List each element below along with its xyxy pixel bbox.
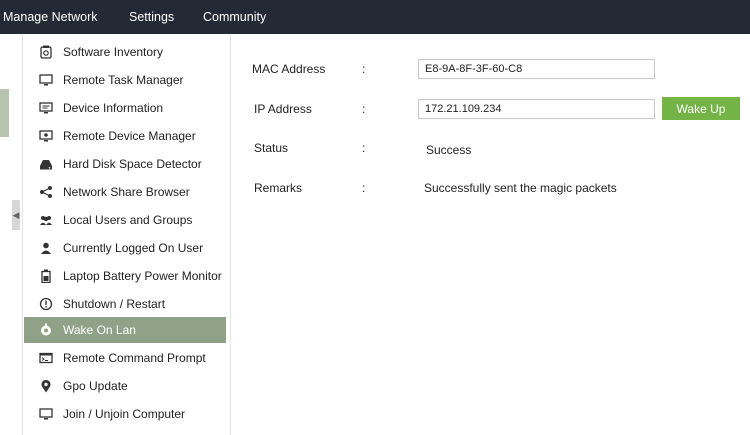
status-colon: : [362, 141, 366, 155]
ip-address-label: IP Address [254, 102, 312, 116]
sidebar-item-label: Wake On Lan [63, 323, 136, 337]
software-inventory-icon [39, 45, 53, 59]
sidebar-item-software-inventory[interactable]: Software Inventory [24, 39, 226, 65]
sidebar-item-label: Laptop Battery Power Monitor [63, 269, 222, 283]
remarks-label: Remarks [254, 181, 303, 195]
sidebar-item-network-share-browser[interactable]: Network Share Browser [24, 179, 226, 205]
section-marker [0, 89, 9, 137]
mac-address-label: MAC Address [252, 62, 326, 76]
sidebar-item-label: Remote Device Manager [63, 129, 196, 143]
sidebar-item-join-unjoin-computer[interactable]: Join / Unjoin Computer [24, 401, 226, 427]
ip-address-field[interactable] [418, 99, 655, 119]
ip-address-colon: : [362, 102, 366, 116]
sidebar-item-hard-disk-space-detector[interactable]: Hard Disk Space Detector [24, 151, 226, 177]
status-label: Status [254, 141, 289, 155]
power-icon [39, 297, 53, 311]
users-group-icon [39, 213, 53, 227]
monitor-icon [39, 73, 53, 87]
status-value: Success [426, 143, 472, 157]
remarks-colon: : [362, 181, 366, 195]
mac-address-field[interactable] [418, 59, 655, 79]
top-nav-bar: Manage Network Settings Community [0, 0, 750, 34]
sidebar-item-label: Shutdown / Restart [63, 297, 166, 311]
monitor-info-icon [39, 101, 53, 115]
nav-community[interactable]: Community [203, 0, 266, 34]
sidebar-item-local-users-and-groups[interactable]: Local Users and Groups [24, 207, 226, 233]
sidebar-item-label: Device Information [63, 101, 164, 115]
wake-up-button[interactable]: Wake Up [662, 97, 740, 120]
sidebar-item-remote-task-manager[interactable]: Remote Task Manager [24, 67, 226, 93]
location-pin-icon [39, 379, 53, 393]
battery-icon [39, 269, 53, 283]
computer-icon [39, 407, 53, 421]
sidebar-item-label: Local Users and Groups [63, 213, 193, 227]
left-strip [0, 34, 22, 435]
sidebar-item-device-information[interactable]: Device Information [24, 95, 226, 121]
sidebar-item-remote-device-manager[interactable]: Remote Device Manager [24, 123, 226, 149]
wake-on-lan-panel: MAC Address : IP Address : Wake Up Statu… [232, 34, 750, 435]
command-prompt-icon [39, 351, 53, 365]
sidebar: Software Inventory Remote Task Manager D… [22, 34, 231, 435]
sidebar-item-label: Join / Unjoin Computer [63, 407, 186, 421]
hard-disk-icon [39, 157, 53, 171]
sidebar-item-label: Gpo Update [63, 379, 128, 393]
sidebar-item-label: Software Inventory [63, 45, 164, 59]
mac-address-colon: : [362, 62, 366, 76]
nav-manage-network[interactable]: Manage Network [3, 0, 98, 34]
sidebar-item-remote-command-prompt[interactable]: Remote Command Prompt [24, 345, 226, 371]
remarks-value: Successfully sent the magic packets [424, 181, 617, 195]
user-icon [39, 241, 53, 255]
sidebar-item-label: Network Share Browser [63, 185, 190, 199]
share-icon [39, 185, 53, 199]
sidebar-item-shutdown-restart[interactable]: Shutdown / Restart [24, 291, 226, 317]
chevron-left-icon: ◀ [12, 210, 20, 220]
sidebar-item-gpo-update[interactable]: Gpo Update [24, 373, 226, 399]
sidebar-item-label: Remote Task Manager [63, 73, 184, 87]
sidebar-item-wake-on-lan[interactable]: Wake On Lan [24, 317, 226, 343]
sidebar-item-laptop-battery-power-monitor[interactable]: Laptop Battery Power Monitor [24, 263, 226, 289]
sidebar-item-currently-logged-on-user[interactable]: Currently Logged On User [24, 235, 226, 261]
collapse-sidebar-handle[interactable]: ◀ [12, 200, 20, 230]
monitor-device-icon [39, 129, 53, 143]
wake-on-lan-icon [39, 323, 53, 337]
sidebar-item-label: Remote Command Prompt [63, 351, 206, 365]
nav-settings[interactable]: Settings [129, 0, 174, 34]
sidebar-item-label: Hard Disk Space Detector [63, 157, 202, 171]
sidebar-item-label: Currently Logged On User [63, 241, 204, 255]
